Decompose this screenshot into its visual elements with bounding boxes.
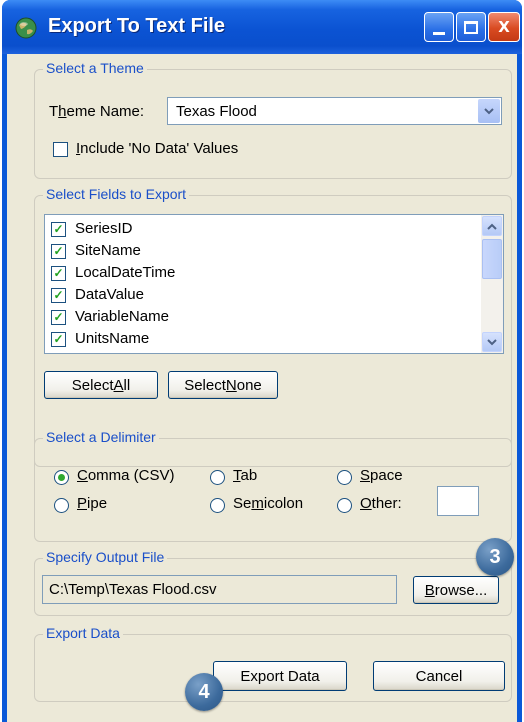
chevron-down-icon — [487, 338, 497, 345]
export-dialog-window: Export To Text File X Select a Theme The… — [2, 0, 522, 722]
radio-semicolon[interactable] — [210, 498, 225, 513]
maximize-button[interactable] — [456, 12, 486, 42]
output-path-field[interactable]: C:\Temp\Texas Flood.csv — [42, 575, 397, 604]
close-button[interactable]: X — [488, 12, 520, 42]
fields-checklist[interactable]: ✓ SeriesID ✓ SiteName ✓ LocalDateTime ✓ … — [44, 214, 504, 354]
field-checkbox[interactable]: ✓ — [51, 244, 66, 259]
other-delimiter-input[interactable] — [437, 486, 479, 516]
theme-name-combobox[interactable]: Texas Flood — [167, 97, 502, 125]
select-all-button[interactable]: Select All — [44, 371, 158, 399]
field-checkbox[interactable]: ✓ — [51, 288, 66, 303]
delimiter-group-label: Select a Delimiter — [43, 429, 159, 445]
field-name: SeriesID — [75, 220, 133, 237]
radio-tab-label: Tab — [233, 467, 258, 484]
include-no-data-label: Include 'No Data' Values — [76, 140, 239, 157]
scroll-down-button[interactable] — [482, 332, 502, 352]
field-checkbox[interactable]: ✓ — [51, 222, 66, 237]
minimize-icon — [433, 31, 445, 35]
globe-app-icon — [15, 17, 37, 39]
radio-space[interactable] — [337, 470, 352, 485]
maximize-icon — [464, 20, 478, 34]
field-name: VariableName — [75, 308, 169, 325]
field-checkbox[interactable]: ✓ — [51, 332, 66, 347]
output-path-value: C:\Temp\Texas Flood.csv — [49, 581, 217, 598]
output-group-label: Specify Output File — [43, 549, 168, 565]
window-title: Export To Text File — [48, 15, 226, 37]
radio-comma-label: Comma (CSV) — [77, 467, 175, 484]
radio-pipe-label: Pipe — [77, 495, 108, 512]
include-no-data-checkbox[interactable] — [53, 142, 68, 157]
fields-group-label: Select Fields to Export — [43, 186, 190, 202]
radio-space-label: Space — [360, 467, 403, 484]
scroll-up-button[interactable] — [482, 216, 502, 236]
theme-group-label: Select a Theme — [43, 60, 147, 76]
field-checkbox[interactable]: ✓ — [51, 310, 66, 325]
field-name: DataValue — [75, 286, 144, 303]
cancel-button[interactable]: Cancel — [373, 661, 505, 691]
scroll-thumb[interactable] — [482, 239, 502, 279]
radio-other[interactable] — [337, 498, 352, 513]
chevron-down-icon[interactable] — [478, 99, 500, 123]
radio-comma[interactable] — [54, 470, 69, 485]
callout-badge-4: 4 — [185, 673, 223, 711]
callout-badge-3: 3 — [476, 538, 514, 576]
dialog-body: Select a Theme Theme Name: Texas Flood I… — [7, 54, 517, 722]
chevron-up-icon — [487, 223, 497, 230]
browse-button[interactable]: Browse... — [413, 576, 499, 604]
minimize-button[interactable] — [424, 12, 454, 42]
fields-scrollbar[interactable] — [481, 215, 503, 353]
title-bar[interactable]: Export To Text File X — [2, 0, 522, 54]
select-none-button[interactable]: Select None — [168, 371, 278, 399]
radio-other-label: Other: — [360, 495, 402, 512]
theme-name-label: Theme Name: — [49, 103, 145, 120]
export-data-button[interactable]: Export Data — [213, 661, 347, 691]
export-group-label: Export Data — [43, 625, 123, 641]
theme-name-value: Texas Flood — [176, 103, 257, 120]
field-name: UnitsName — [75, 330, 150, 347]
close-icon: X — [498, 18, 510, 36]
field-name: LocalDateTime — [75, 264, 176, 281]
radio-tab[interactable] — [210, 470, 225, 485]
radio-pipe[interactable] — [54, 498, 69, 513]
field-checkbox[interactable]: ✓ — [51, 266, 66, 281]
field-name: SiteName — [75, 242, 141, 259]
radio-semicolon-label: Semicolon — [233, 495, 304, 512]
